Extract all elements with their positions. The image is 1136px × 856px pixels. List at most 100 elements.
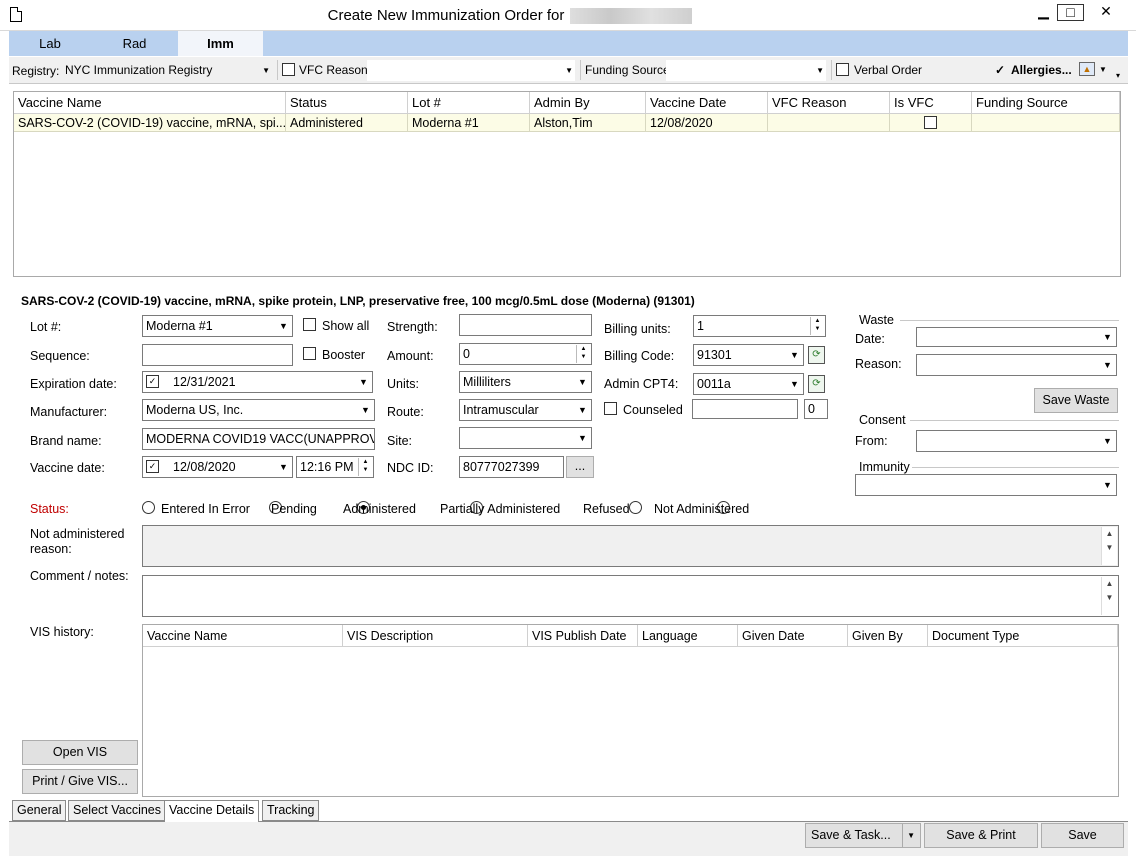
tab-rad[interactable]: Rad	[91, 31, 178, 56]
table-row-cell[interactable]: Administered	[286, 114, 408, 132]
column-header[interactable]: Vaccine Name	[14, 92, 286, 114]
chevron-down-icon: ▼	[359, 377, 368, 387]
booster-checkbox[interactable]	[303, 347, 316, 360]
column-header[interactable]: VIS Description	[343, 625, 528, 647]
status-refused-radio[interactable]	[629, 501, 643, 514]
refresh-icon[interactable]: ⟳	[808, 346, 825, 364]
spinner-icon[interactable]: ▲ ▼	[576, 345, 590, 363]
manufacturer-value: Moderna US, Inc.	[146, 403, 244, 417]
lot-dropdown[interactable]: Moderna #1 ▼	[142, 315, 293, 337]
tab-imm[interactable]: Imm	[178, 31, 263, 56]
column-header[interactable]: Document Type	[928, 625, 1118, 647]
registry-dropdown[interactable]: NYC Immunization Registry ▼	[65, 60, 272, 81]
counseled-count-field[interactable]: 0	[804, 399, 828, 419]
vaccine-date-picker[interactable]: ✓ 12/08/2020 ▼	[142, 456, 293, 478]
save-waste-button[interactable]: Save Waste	[1034, 388, 1118, 413]
ndc-id-field[interactable]: 80777027399	[459, 456, 564, 478]
waste-reason-dropdown[interactable]: ▼	[916, 354, 1117, 376]
column-header[interactable]: Admin By	[530, 92, 646, 114]
sequence-field[interactable]	[142, 344, 293, 366]
vaccine-time-field[interactable]: 12:16 PM ▲ ▼	[296, 456, 374, 478]
allergies-button[interactable]: Allergies...	[1011, 63, 1072, 77]
scrollbar[interactable]: ▲ ▼	[1101, 577, 1117, 615]
overflow-icon[interactable]: ▾	[1116, 71, 1120, 80]
billing-code-dropdown[interactable]: 91301 ▼	[693, 344, 804, 366]
not-administered-reason-field[interactable]: ▲ ▼	[142, 525, 1119, 567]
column-header[interactable]: Status	[286, 92, 408, 114]
table-row-cell[interactable]: 12/08/2020	[646, 114, 768, 132]
close-icon: ✕	[1100, 3, 1112, 19]
column-header[interactable]: Vaccine Name	[143, 625, 343, 647]
route-dropdown[interactable]: Intramuscular ▼	[459, 399, 592, 421]
vfc-reason-checkbox[interactable]	[282, 63, 295, 76]
column-header[interactable]: Lot #	[408, 92, 530, 114]
tab-lab[interactable]: Lab	[9, 31, 91, 56]
save-button[interactable]: Save	[1041, 823, 1124, 848]
save-task-button[interactable]: Save & Task... ▼	[805, 823, 921, 848]
chevron-down-icon[interactable]: ▼	[902, 824, 915, 847]
table-row-cell[interactable]: Moderna #1	[408, 114, 530, 132]
column-header[interactable]: Vaccine Date	[646, 92, 768, 114]
refresh-icon[interactable]: ⟳	[808, 375, 825, 393]
column-header[interactable]: VFC Reason	[768, 92, 890, 114]
tab-tracking[interactable]: Tracking	[262, 800, 320, 821]
spinner-icon[interactable]: ▲ ▼	[810, 317, 824, 335]
billing-units-field[interactable]: 1 ▲ ▼	[693, 315, 826, 337]
table-row-cell[interactable]	[972, 114, 1120, 132]
column-header[interactable]: Is VFC	[890, 92, 972, 114]
is-vfc-checkbox[interactable]	[924, 116, 937, 129]
expiration-date-picker[interactable]: ✓ 12/31/2021 ▼	[142, 371, 373, 393]
maximize-button[interactable]: □	[1057, 4, 1084, 21]
scrollbar[interactable]: ▲ ▼	[1101, 527, 1117, 565]
funding-source-dropdown[interactable]: ▼	[666, 60, 826, 81]
chevron-down-icon: ▼	[1103, 332, 1112, 342]
brand-name-field[interactable]: MODERNA COVID19 VACC(UNAPPROV)	[142, 428, 375, 450]
site-dropdown[interactable]: ▼	[459, 427, 592, 449]
minimize-button[interactable]: ▁	[1030, 1, 1057, 23]
vfc-reason-label: VFC Reason	[299, 63, 368, 77]
column-header[interactable]: Given Date	[738, 625, 848, 647]
column-header[interactable]: VIS Publish Date	[528, 625, 638, 647]
vfc-reason-dropdown[interactable]: ▼	[367, 60, 575, 81]
allergy-image-icon[interactable]: ▲	[1079, 62, 1095, 76]
order-type-tabs: Lab Rad Imm	[9, 31, 1128, 56]
expiration-checkbox[interactable]: ✓	[146, 375, 159, 388]
ndc-lookup-button[interactable]: ...	[566, 456, 594, 478]
save-print-button[interactable]: Save & Print	[924, 823, 1038, 848]
open-vis-button[interactable]: Open VIS	[22, 740, 138, 765]
brand-label: Brand name:	[30, 434, 102, 448]
column-header[interactable]: Funding Source	[972, 92, 1120, 114]
chevron-down-icon: ▼	[361, 405, 370, 415]
registry-label: Registry:	[12, 64, 60, 78]
admin-cpt4-label: Admin CPT4:	[604, 377, 679, 391]
table-row-cell[interactable]: SARS-COV-2 (COVID-19) vaccine, mRNA, spi…	[14, 114, 286, 132]
strength-field[interactable]	[459, 314, 592, 336]
chevron-down-icon[interactable]: ▼	[1099, 65, 1107, 74]
units-dropdown[interactable]: Milliliters ▼	[459, 371, 592, 393]
spinner-icon[interactable]: ▲ ▼	[358, 458, 372, 476]
column-header[interactable]: Given By	[848, 625, 928, 647]
counseled-checkbox[interactable]	[604, 402, 617, 415]
tab-general[interactable]: General	[12, 800, 67, 821]
immunity-dropdown[interactable]: ▼	[855, 474, 1117, 496]
print-give-vis-button[interactable]: Print / Give VIS...	[22, 769, 138, 794]
column-header[interactable]: Language	[638, 625, 738, 647]
waste-legend: Waste	[859, 313, 894, 327]
waste-date-dropdown[interactable]: ▼	[916, 327, 1117, 347]
comment-field[interactable]: ▲ ▼	[142, 575, 1119, 617]
vaccine-date-checkbox[interactable]: ✓	[146, 460, 159, 473]
tab-vaccine-details[interactable]: Vaccine Details	[164, 800, 260, 822]
table-row-cell[interactable]: Alston,Tim	[530, 114, 646, 132]
admin-cpt4-dropdown[interactable]: 0011a ▼	[693, 373, 804, 395]
counseled-field[interactable]	[692, 399, 798, 419]
table-row-cell[interactable]	[768, 114, 890, 132]
verbal-order-checkbox[interactable]	[836, 63, 849, 76]
show-all-checkbox[interactable]	[303, 318, 316, 331]
tab-select-vaccines[interactable]: Select Vaccines	[68, 800, 167, 821]
close-button[interactable]: ✕	[1086, 1, 1126, 23]
table-row-cell[interactable]	[890, 114, 972, 132]
status-entered-in-error-radio[interactable]	[142, 501, 155, 514]
consent-from-dropdown[interactable]: ▼	[916, 430, 1117, 452]
amount-field[interactable]: 0 ▲ ▼	[459, 343, 592, 365]
manufacturer-dropdown[interactable]: Moderna US, Inc. ▼	[142, 399, 375, 421]
